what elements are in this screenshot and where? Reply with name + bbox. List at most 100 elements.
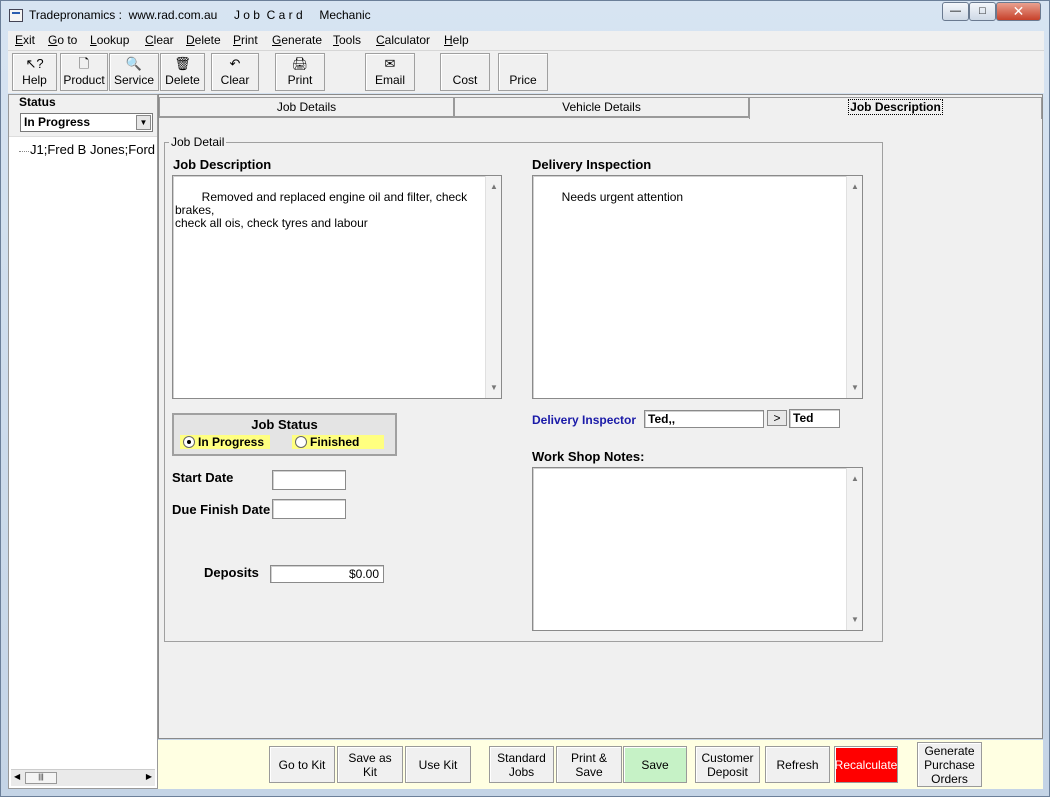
save-as-kit-button[interactable]: Save as Kit [337,746,403,783]
scroll-up-icon[interactable]: ▲ [486,180,502,193]
print-button[interactable]: 🖨 Print [275,53,325,91]
generate-purchase-orders-label: Generate Purchase Orders [924,743,975,786]
menu-calculator[interactable]: Calculator [376,33,430,47]
trash-icon: 🗑 [174,56,191,71]
scroll-down-icon[interactable]: ▼ [847,613,863,626]
delivery-inspection-text: Needs urgent attention [561,190,684,204]
scroll-up-icon[interactable]: ▲ [847,180,863,193]
help-button-label: Help [22,73,47,87]
document-icon: 🗋 [78,56,90,71]
vertical-scrollbar[interactable]: ▲ ▼ [846,468,862,630]
scroll-thumb[interactable]: ||| [25,772,57,784]
help-button[interactable]: ↖? Help [12,53,57,91]
menu-print[interactable]: Print [233,33,258,47]
maximize-button[interactable]: □ [969,2,996,21]
print-save-button[interactable]: Print & Save [556,746,622,783]
clear-button-label: Clear [220,73,250,87]
print-button-label: Print [287,73,313,87]
bottom-action-bar: Go to Kit Save as Kit Use Kit Standard J… [158,740,1043,789]
save-button[interactable]: Save [623,746,687,783]
recalculate-label: Recalculate [834,757,898,772]
printer-icon: 🖨 [291,56,309,71]
delivery-inspection-heading: Delivery Inspection [532,157,652,172]
tab-job-description[interactable]: Job Description [749,97,1042,119]
job-tree-item[interactable]: J1;Fred B Jones;Ford [30,142,157,157]
status-dropdown[interactable]: In Progress ▼ [20,113,153,132]
due-finish-date-input[interactable] [272,499,346,519]
vertical-scrollbar[interactable]: ▲ ▼ [485,176,501,398]
delivery-inspector-label: Delivery Inspector [532,413,637,427]
close-button[interactable]: ✕ [996,2,1041,21]
menu-exit[interactable]: Exit [15,33,35,47]
menu-clear[interactable]: Clear [145,33,174,47]
job-detail-group: Job Detail Job Description Removed and r… [164,135,883,642]
customer-deposit-button[interactable]: Customer Deposit [695,746,760,783]
delivery-inspection-textarea[interactable]: Needs urgent attention ▲ ▼ [532,175,863,399]
chevron-down-icon[interactable]: ▼ [136,115,151,130]
job-status-title: Job Status [251,417,318,432]
menu-go-to[interactable]: Go to [48,33,77,47]
status-in-progress-radio[interactable]: In Progress [180,435,270,449]
price-button[interactable]: Price [498,53,548,91]
print-save-label: Print & Save [570,750,607,779]
tab-vehicle-details[interactable]: Vehicle Details [454,97,749,117]
job-description-textarea[interactable]: Removed and replaced engine oil and filt… [172,175,502,399]
service-button[interactable]: 🔍 Service [109,53,159,91]
radio-checked-icon[interactable] [183,436,195,448]
use-kit-button[interactable]: Use Kit [405,746,471,783]
email-button[interactable]: ✉ Email [365,53,415,91]
menu-tools[interactable]: Tools [333,33,361,47]
cost-button[interactable]: Cost [440,53,490,91]
generate-purchase-orders-button[interactable]: Generate Purchase Orders [917,742,982,787]
product-button-label: Product [63,73,105,87]
use-kit-label: Use Kit [418,757,458,772]
go-to-kit-button[interactable]: Go to Kit [269,746,335,783]
inspector-short-input[interactable]: Ted [789,409,840,428]
minimize-button[interactable]: — [942,2,969,21]
start-date-input[interactable] [272,470,346,490]
delete-button[interactable]: 🗑 Delete [160,53,205,91]
job-status-group: Job Status In Progress Finished [172,413,397,456]
product-button[interactable]: 🗋 Product [60,53,108,91]
magnifier-icon: 🔍 [125,56,143,71]
undo-icon: ↶ [229,56,241,71]
recalculate-button[interactable]: Recalculate [834,746,898,783]
standard-jobs-button[interactable]: Standard Jobs [489,746,554,783]
delete-button-label: Delete [165,73,200,87]
service-button-label: Service [113,73,154,87]
scroll-right-icon[interactable]: ▶ [146,772,152,781]
menu-delete[interactable]: Delete [186,33,221,47]
menu-help[interactable]: Help [444,33,469,47]
menu-generate[interactable]: Generate [272,33,322,47]
status-dropdown-value: In Progress [24,115,91,129]
start-date-label: Start Date [172,470,234,485]
horizontal-scrollbar[interactable]: ◀ ||| ▶ [11,769,155,786]
save-as-kit-label: Save as Kit [348,750,392,779]
standard-jobs-label: Standard Jobs [497,750,546,779]
deposits-input[interactable]: $0.00 [270,565,384,583]
delivery-inspector-input[interactable]: Ted,, [644,410,764,428]
toolbar: ↖? Help 🗋 Product 🔍 Service 🗑 Delete ↶ C… [8,51,1044,93]
clear-button[interactable]: ↶ Clear [211,53,259,91]
window-title: Tradepronamics : www.rad.com.au J o b C … [29,8,371,22]
radio-unchecked-icon[interactable] [295,436,307,448]
job-description-heading: Job Description [173,157,272,172]
inspector-lookup-button[interactable]: > [767,410,787,426]
scroll-down-icon[interactable]: ▼ [847,381,863,394]
vertical-scrollbar[interactable]: ▲ ▼ [846,176,862,398]
tab-job-details[interactable]: Job Details [159,97,454,117]
refresh-button[interactable]: Refresh [765,746,830,783]
app-window: Tradepronamics : www.rad.com.au J o b C … [0,0,1050,797]
help-pointer-icon: ↖? [25,56,44,71]
save-label: Save [641,757,669,772]
tab-job-description-label: Job Description [848,99,943,115]
menu-lookup[interactable]: Lookup [90,33,129,47]
scroll-left-icon[interactable]: ◀ [14,772,20,781]
status-finished-radio[interactable]: Finished [292,435,384,449]
workshop-notes-textarea[interactable]: ▲ ▼ [532,467,863,631]
go-to-kit-label: Go to Kit [278,757,326,772]
status-in-progress-label: In Progress [198,435,265,449]
scroll-up-icon[interactable]: ▲ [847,472,863,485]
main-panel: Job Details Vehicle Details Job Descript… [158,94,1043,739]
scroll-down-icon[interactable]: ▼ [486,381,502,394]
